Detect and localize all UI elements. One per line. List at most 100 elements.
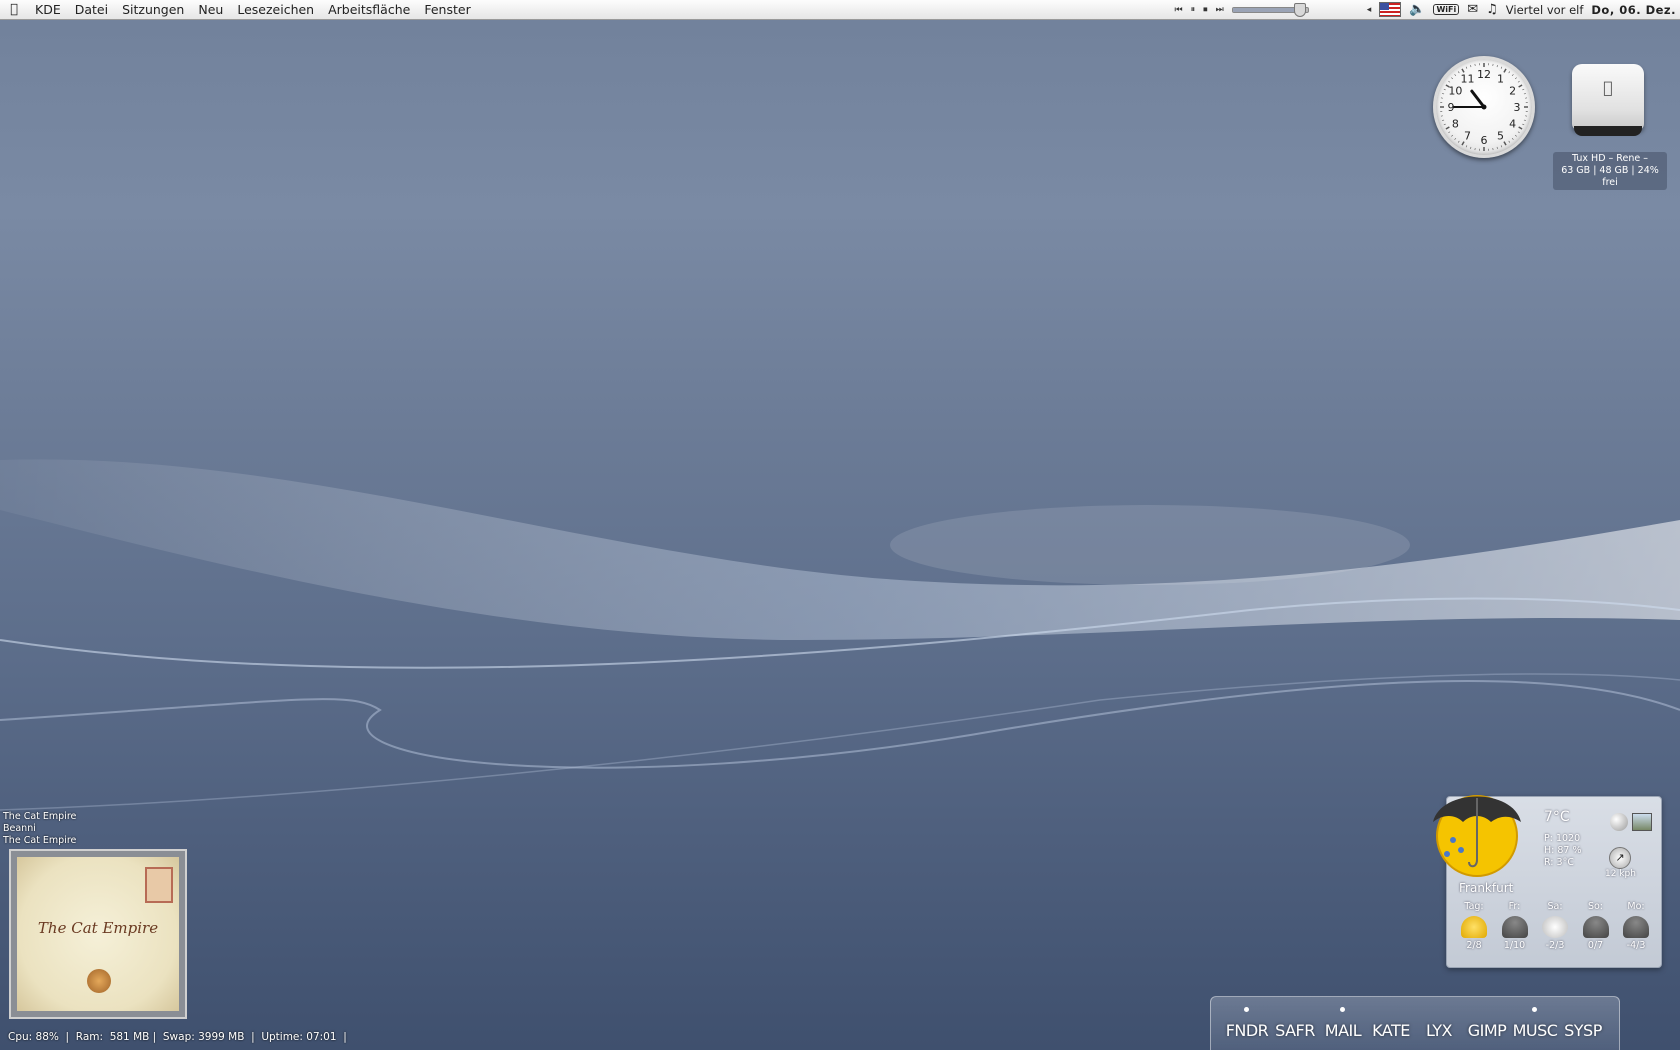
forecast-day-range: -4/3 [1626,940,1646,951]
apple-logo-icon:  [1572,78,1644,97]
menu-sitzungen[interactable]: Sitzungen [115,2,191,17]
us-flag-icon[interactable] [1379,2,1402,17]
clock-hour-hand [1470,89,1486,109]
clock-tick [1457,140,1460,143]
forecast-day-label: So: [1587,901,1604,912]
menu-clock[interactable]: Viertel vor elf [1506,3,1584,17]
clock-tick [1443,123,1446,126]
menu-datei[interactable]: Datei [68,2,115,17]
menu-lesezeichen[interactable]: Lesezeichen [230,2,321,17]
dock-item-fndr[interactable]: FNDR [1223,1007,1271,1040]
volume-slider-knob[interactable] [1293,2,1306,17]
dock-item-safr[interactable]: SAFR [1271,1021,1319,1040]
music-note-icon[interactable]: ♫ [1486,2,1498,17]
clock-tick [1454,138,1457,140]
clock-tick [1451,77,1453,80]
forecast-day: So: 0/7 [1577,901,1615,951]
previous-track-icon[interactable]: ⏮ [1174,5,1182,15]
next-track-icon[interactable]: ⏭ [1216,5,1224,15]
clock-tick [1523,119,1526,121]
forecast-day-range: 1/10 [1503,940,1526,951]
now-playing-title: The Cat Empire [3,811,77,822]
clock-tick [1518,84,1523,88]
weather-forecast: Tag: 2/8 Fr: 1/10 Sa: -2/3 So: 0/7 Mo: -4/3 [1455,901,1655,951]
speaker-icon[interactable]: 🔈 [1409,2,1425,17]
forecast-day-range: -2/3 [1545,940,1565,951]
running-indicator [1340,1007,1345,1012]
album-cover-art: The Cat Empire [17,857,179,1011]
menu-bar:  KDE Datei Sitzungen Neu Lesezeichen Ar… [0,0,1680,20]
volume-slider-fill [1232,7,1299,12]
clock-tick [1448,131,1451,134]
dock-item-kate[interactable]: KATE [1367,1021,1415,1040]
hard-drive-icon[interactable]:  [1572,64,1644,144]
sun-rain-icon [1461,916,1487,938]
now-playing-track: Beanni [3,823,36,834]
dock-item-mail[interactable]: MAIL [1319,1007,1367,1040]
weather-humidity: H: 87 % [1544,845,1582,856]
clock-number: 4 [1509,118,1516,131]
running-indicator [1244,1007,1249,1012]
pause-icon[interactable]: ⏸ [1191,5,1196,15]
menu-kde[interactable]: KDE [28,2,68,17]
clock-tick [1465,145,1468,148]
umbrella-sun-icon [1433,795,1521,877]
forecast-day-range: 2/8 [1466,940,1482,951]
analog-clock-widget[interactable]: 12 1 2 3 4 5 6 7 8 9 10 11 [1433,56,1535,158]
dock-items: FNDR SAFR MAIL KATE LYX GIMP MUSC SYSP [1223,1007,1607,1040]
clock-tick [1503,141,1507,146]
weather-wind: 12 kph [1605,869,1636,879]
apple-menu-icon[interactable]:  [0,2,28,17]
clock-tick [1445,126,1450,130]
running-indicator [1532,1007,1537,1012]
clock-tick [1443,88,1446,91]
stop-icon[interactable]: ⏹ [1203,5,1208,15]
now-playing-album: The Cat Empire [3,835,77,846]
dock-item-label: SAFR [1275,1021,1315,1040]
clock-tick [1522,123,1525,126]
dock-item-musc[interactable]: MUSC [1511,1007,1559,1040]
menu-neu[interactable]: Neu [191,2,230,17]
dock-item-label: MAIL [1324,1021,1362,1040]
clock-tick [1511,74,1514,76]
forecast-day: Fr: 1/10 [1496,901,1534,951]
clock-tick [1465,66,1468,69]
clock-tick [1448,80,1451,83]
hard-drive-label[interactable]: Tux HD – Rene – 63 GB | 48 GB | 24% frei [1553,152,1667,190]
album-cover[interactable]: The Cat Empire [9,849,187,1019]
clock-number: 11 [1461,72,1475,85]
clock-tick [1442,119,1445,121]
clock-tick [1515,77,1517,80]
wallpaper-waves [0,459,1680,811]
forecast-day: Mo: -4/3 [1617,901,1655,951]
clock-tick [1508,140,1511,143]
hard-drive-base [1574,126,1642,136]
volume-slider[interactable] [1231,2,1309,17]
dock-item-label: KATE [1372,1021,1410,1040]
album-cover-title: The Cat Empire [37,919,159,937]
clock-tick [1522,88,1525,91]
clock-tick [1442,93,1445,95]
globe-icon[interactable] [1610,813,1628,831]
collapse-arrow-icon[interactable]: ◂ [1367,5,1372,15]
clock-tick [1508,71,1511,74]
forecast-day-label: Fr: [1508,901,1521,912]
clock-tick [1523,93,1526,95]
mail-icon[interactable]: ✉ [1467,2,1478,17]
menu-arbeitsflaeche[interactable]: Arbeitsfläche [321,2,417,17]
clock-tick [1517,80,1520,83]
clock-number: 1 [1497,72,1504,85]
dock-item-gimp[interactable]: GIMP [1463,1021,1511,1040]
weather-dewpoint: R: 3°C [1544,857,1574,868]
menu-fenster[interactable]: Fenster [417,2,477,17]
wind-compass-icon: ↗ [1609,847,1631,869]
wifi-icon[interactable]: WiFi [1433,4,1460,15]
weather-city: Frankfurt [1459,881,1514,895]
clock-tick [1500,145,1503,148]
dock-item-sysp[interactable]: SYSP [1559,1021,1607,1040]
menu-date[interactable]: Do, 06. Dez. [1591,3,1676,17]
clock-number: 6 [1481,134,1488,147]
dock-item-lyx[interactable]: LYX [1415,1021,1463,1040]
dock: FNDR SAFR MAIL KATE LYX GIMP MUSC SYSP [1210,996,1620,1050]
photo-icon[interactable] [1632,813,1652,831]
